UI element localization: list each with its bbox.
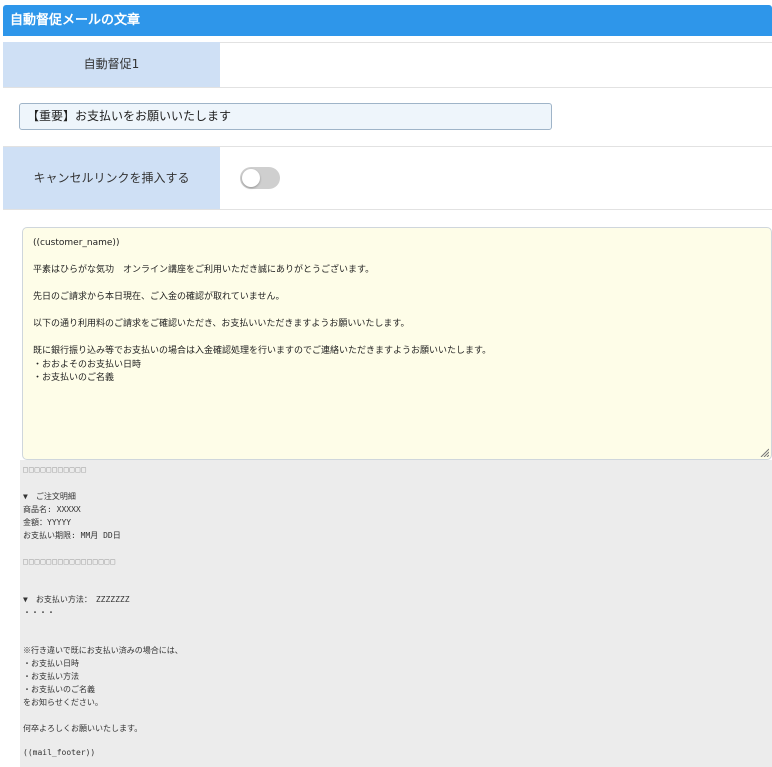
product-line: 商品名: XXXXX <box>23 505 81 514</box>
body-line: 以下の通り利用料のご請求をご確認いただき、お支払いいただきますようお願いいたしま… <box>33 319 410 329</box>
body-line: 平素はひらがな気功 オンライン講座をご利用いただき誠にありがとうございます。 <box>33 265 375 275</box>
toggle-knob <box>242 169 260 187</box>
cancel-link-label: キャンセルリンクを挿入する <box>3 147 220 209</box>
body-line: 既に銀行振り込み等でお支払いの場合は入金確認処理を行いますのでご連絡いただきます… <box>33 346 492 356</box>
separator-boxes: □□□□□□□□□□□□□□□□ <box>23 557 117 566</box>
note-end: をお知らせください。 <box>23 698 103 707</box>
order-heading: ▼ ご注文明細 <box>23 492 76 501</box>
footer-variable: ((mail_footer)) <box>23 748 96 757</box>
subject-input[interactable]: 【重要】お支払いをお願いいたします <box>19 103 552 130</box>
body-line: ・おおよそのお支払い日時 <box>33 359 142 370</box>
mail-body-textarea[interactable]: ((customer_name)) 平素はひらがな気功 オンライン講座をご利用い… <box>22 227 772 460</box>
section-title: 自動督促メールの文章 <box>3 5 772 36</box>
closing-line: 何卒よろしくお願いいたします。 <box>23 724 143 733</box>
due-line: お支払い期限: MM月 DD日 <box>23 531 121 540</box>
payment-method-line: ▼ お支払い方法： ZZZZZZZ <box>23 595 130 604</box>
body-line: ・お支払いのご名義 <box>33 373 115 383</box>
divider <box>3 209 772 210</box>
cancel-link-toggle[interactable] <box>240 167 280 189</box>
divider <box>3 87 772 88</box>
fixed-mail-text: □□□□□□□□□□□ ▼ ご注文明細 商品名: XXXXX 金額：YYYYY … <box>20 460 772 767</box>
body-line: ((customer_name)) <box>33 238 120 248</box>
note-item: ・お支払い方法 <box>23 672 79 681</box>
tab-auto-reminder-1[interactable]: 自動督促1 <box>3 42 220 87</box>
body-line: 先日のご請求から本日現在、ご入金の確認が取れていません。 <box>33 292 285 302</box>
separator-boxes: □□□□□□□□□□□ <box>23 465 87 474</box>
note-item: ・お支払い日時 <box>23 659 79 668</box>
resize-handle-icon[interactable] <box>759 447 769 457</box>
amount-line: 金額：YYYYY <box>23 518 72 527</box>
note-line: ※行き違いで既にお支払い済みの場合には、 <box>23 646 183 655</box>
dots-line: ・・・・ <box>23 608 55 617</box>
note-item: ・お支払いのご名義 <box>23 685 95 694</box>
